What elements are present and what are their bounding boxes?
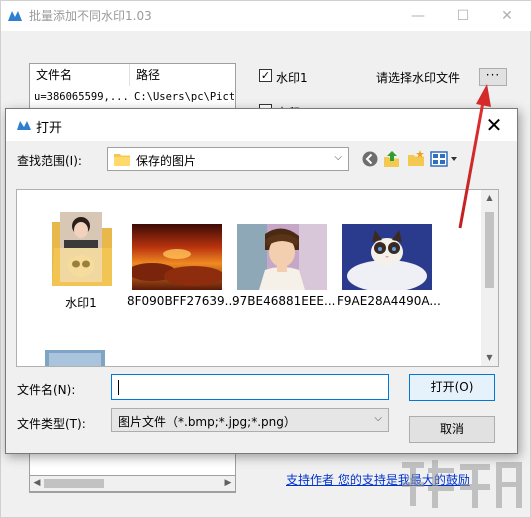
scroll-down-arrow-icon[interactable]: ▼ [481,350,498,366]
image-item-3[interactable]: F9AE28A4490A... [337,224,441,314]
back-icon[interactable] [360,149,380,169]
folder-thumbnail-icon [52,212,112,286]
up-folder-icon[interactable] [382,149,402,169]
anime-portrait-thumbnail [237,224,327,290]
file-row-name[interactable]: u=386065599,... [34,88,130,106]
image-item-1[interactable]: 8F090BFF27639... [127,224,237,314]
main-close-button[interactable]: ✕ [485,3,529,29]
scroll-left-arrow-icon[interactable]: ◀ [31,477,43,490]
image-item-3-name: F9AE28A4490A... [337,294,441,308]
text-caret [118,380,119,395]
choose-watermark-label: 请选择水印文件 [376,71,461,85]
minimize-button[interactable]: — [396,3,440,29]
folder-item-name: 水印1 [65,296,97,310]
scroll-right-arrow-icon[interactable]: ▶ [222,477,234,490]
partial-thumbnail [45,350,105,366]
image-item-1-name: 8F090BFF27639... [127,294,237,308]
file-name-input[interactable] [111,374,389,400]
file-type-dropdown[interactable]: 图片文件（*.bmp;*.jpg;*.png） ⌵ [111,408,389,432]
open-file-dialog: 打开 ✕ 查找范围(I): 保存的图片 ⌵ 水印1 8F090BFF27639.… [5,108,518,454]
file-view-vscrollbar[interactable]: ▲ ▼ [481,190,498,366]
watermark1-label: 水印1 [276,71,308,85]
view-menu-icon[interactable] [430,149,460,169]
column-header-path[interactable]: 路径 [130,64,236,86]
hscroll-thumb[interactable] [44,479,104,488]
dialog-title: 打开 [36,121,63,136]
main-window-title: 批量添加不同水印1.03 [29,9,152,23]
dialog-title-bar[interactable]: 打开 ✕ [6,109,517,141]
chevron-down-icon[interactable]: ⌵ [374,413,382,424]
chevron-down-icon[interactable]: ⌵ [334,152,342,163]
file-type-label: 文件类型(T): [17,417,86,431]
look-in-value: 保存的图片 [136,154,197,168]
cat-thumbnail [342,224,432,290]
open-button[interactable]: 打开(O) [409,374,495,401]
column-header-filename[interactable]: 文件名 [30,64,130,86]
file-type-value: 图片文件（*.bmp;*.jpg;*.png） [118,415,296,429]
file-row-path[interactable]: C:\Users\pc\Pictu [134,88,234,106]
main-title-bar[interactable]: 批量添加不同水印1.03 — ☐ ✕ [1,1,531,31]
image-item-2-name: 97BE46881EEE... [232,294,336,308]
new-folder-icon[interactable] [406,149,426,169]
watermark1-checkbox[interactable]: ✓ [259,69,272,82]
image-item-2[interactable]: 97BE46881EEE... [232,224,336,314]
cancel-button[interactable]: 取消 [409,416,495,443]
folder-icon [114,154,130,166]
browse-watermark-button[interactable]: ··· [479,68,507,86]
image-item-4[interactable] [31,350,131,366]
file-list-hscrollbar[interactable]: ◀ ▶ [29,475,236,492]
maximize-button[interactable]: ☐ [441,3,485,29]
file-name-label: 文件名(N): [17,383,76,397]
sunset-thumbnail [132,224,222,290]
support-author-link[interactable]: 支持作者 您的支持是我最大的鼓励 [286,471,470,488]
scroll-up-arrow-icon[interactable]: ▲ [481,190,498,206]
dialog-close-button[interactable]: ✕ [479,112,509,138]
file-view-area[interactable]: 水印1 8F090BFF27639... 97BE46881EEE... F9A… [16,189,499,367]
folder-item-watermark1[interactable]: 水印1 [31,208,131,316]
vscroll-thumb[interactable] [485,212,494,288]
look-in-label: 查找范围(I): [17,154,82,168]
look-in-dropdown[interactable]: 保存的图片 ⌵ [107,147,349,171]
open-dialog-icon [17,121,31,130]
app-logo-icon [8,11,22,21]
